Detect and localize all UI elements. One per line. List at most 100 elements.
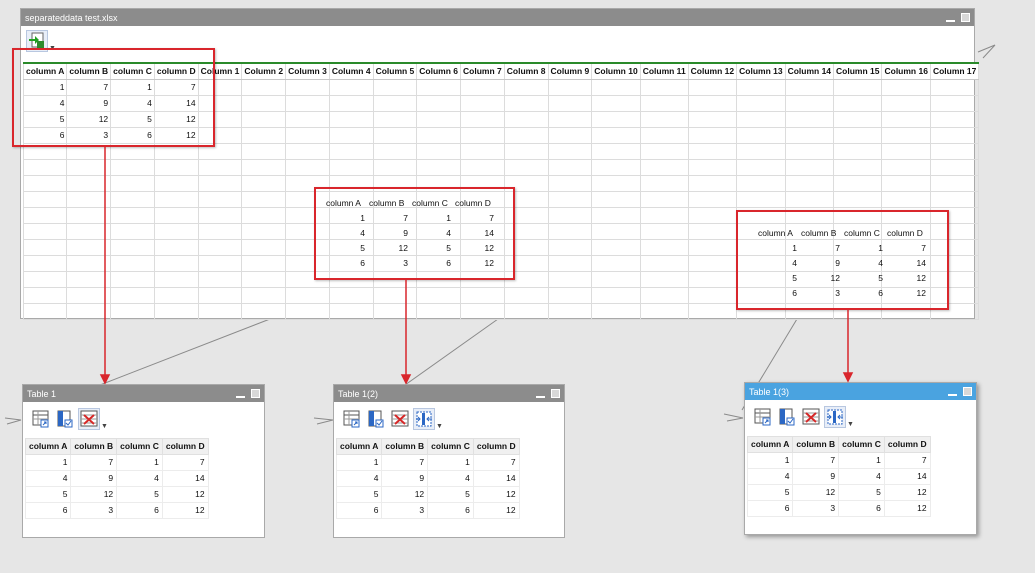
grid-cell-empty[interactable] [66, 159, 112, 176]
grid-cell-empty[interactable] [372, 95, 418, 112]
column-header[interactable]: column C [116, 438, 163, 455]
column-header[interactable]: column A [335, 438, 383, 455]
toolbar-dropdown-icon[interactable]: ▼ [101, 423, 108, 430]
grid-cell-empty[interactable] [687, 223, 738, 240]
grid-cell-empty[interactable] [328, 111, 374, 128]
grid-cell-empty[interactable] [687, 143, 738, 160]
column-header[interactable]: column D [472, 438, 520, 455]
grid-cell-empty[interactable] [416, 303, 462, 320]
grid-cell-empty[interactable] [460, 159, 505, 176]
split-columns-icon[interactable] [824, 406, 846, 428]
grid-cell-empty[interactable] [285, 111, 330, 128]
table-row[interactable]: 6 3 6 12 [746, 500, 931, 517]
grid-cell-empty[interactable] [591, 287, 641, 304]
grid-cell-empty[interactable] [372, 127, 418, 144]
grid-cell-empty[interactable] [66, 303, 112, 320]
grid-cell-empty[interactable] [241, 239, 287, 256]
grid-cell-empty[interactable] [687, 191, 738, 208]
table-row[interactable]: 1717 [24, 454, 209, 471]
grid-cell-empty[interactable] [197, 239, 243, 256]
table-cell[interactable]: 7 [883, 452, 931, 469]
column-header[interactable]: column C [838, 436, 885, 453]
grid-cell-empty[interactable] [110, 191, 155, 208]
table-cell[interactable]: 3 [70, 502, 118, 519]
grid-cell-empty[interactable] [639, 239, 689, 256]
grid-cell-empty[interactable] [241, 111, 287, 128]
grid-cell-empty[interactable] [929, 175, 980, 192]
grid-cell-empty[interactable] [328, 95, 374, 112]
grid-cell-empty[interactable] [110, 287, 155, 304]
grid-cell-empty[interactable] [736, 95, 786, 112]
table-cell[interactable]: 3 [792, 500, 840, 517]
grid-cell-empty[interactable] [736, 127, 786, 144]
grid-cell-empty[interactable] [503, 287, 549, 304]
grid-cell-empty[interactable] [547, 159, 593, 176]
grid-cell-empty[interactable] [639, 255, 689, 272]
grid-cell-empty[interactable] [241, 223, 287, 240]
grid-cell-empty[interactable] [110, 159, 155, 176]
column-header[interactable]: Column 11 [639, 62, 689, 80]
grid-cell-empty[interactable] [736, 175, 786, 192]
grid-cell-empty[interactable] [328, 143, 374, 160]
grid-cell-empty[interactable] [833, 159, 883, 176]
grid-cell-empty[interactable] [736, 143, 786, 160]
column-select-icon[interactable] [366, 409, 386, 429]
grid-cell-empty[interactable] [639, 111, 689, 128]
grid-cell-empty[interactable] [784, 143, 835, 160]
grid-cell-empty[interactable] [197, 207, 243, 224]
grid-cell-empty[interactable] [929, 111, 980, 128]
table-cell[interactable]: 4 [335, 470, 383, 487]
grid-cell-empty[interactable] [285, 79, 330, 96]
grid-cell-empty[interactable] [639, 287, 689, 304]
grid-cell-empty[interactable] [503, 95, 549, 112]
window-titlebar[interactable]: Table 1(3) [745, 383, 976, 400]
grid-cell-empty[interactable] [736, 159, 786, 176]
minimize-button[interactable] [536, 388, 545, 398]
grid-cell-empty[interactable] [833, 143, 883, 160]
table-cell[interactable]: 6 [746, 500, 794, 517]
grid-cell-empty[interactable] [285, 159, 330, 176]
grid-cell-empty[interactable] [503, 127, 549, 144]
grid-cell-empty[interactable] [22, 255, 68, 272]
delete-table-icon[interactable] [390, 409, 410, 429]
grid-cell-empty[interactable] [547, 111, 593, 128]
grid-cell-empty[interactable] [784, 95, 835, 112]
grid-cell-empty[interactable] [22, 223, 68, 240]
grid-cell-empty[interactable] [285, 127, 330, 144]
grid-cell-empty[interactable] [929, 191, 980, 208]
grid-cell-empty[interactable] [833, 79, 883, 96]
table-cell[interactable]: 6 [335, 502, 383, 519]
grid-cell-empty[interactable] [547, 95, 593, 112]
table-cell[interactable]: 6 [116, 502, 163, 519]
table-cell[interactable]: 14 [472, 470, 520, 487]
table-cell[interactable]: 5 [427, 486, 474, 503]
grid-cell-empty[interactable] [547, 79, 593, 96]
grid-cell-empty[interactable] [687, 255, 738, 272]
grid-cell-empty[interactable] [372, 79, 418, 96]
grid-cell-empty[interactable] [285, 143, 330, 160]
column-header[interactable]: column D [161, 438, 209, 455]
table-cell[interactable]: 12 [883, 484, 931, 501]
grid-cell-empty[interactable] [66, 287, 112, 304]
grid-cell-empty[interactable] [591, 143, 641, 160]
grid-cell-empty[interactable] [881, 159, 931, 176]
grid-cell-empty[interactable] [153, 159, 199, 176]
grid-cell-empty[interactable] [22, 191, 68, 208]
table-cell[interactable]: 9 [70, 470, 118, 487]
grid-cell-empty[interactable] [687, 239, 738, 256]
grid-cell-empty[interactable] [639, 175, 689, 192]
grid-cell-empty[interactable] [591, 207, 641, 224]
grid-cell-empty[interactable] [784, 175, 835, 192]
column-select-icon[interactable] [55, 409, 75, 429]
table-cell[interactable]: 4 [427, 470, 474, 487]
table-cell[interactable]: 1 [838, 452, 885, 469]
column-header[interactable]: column B [792, 436, 840, 453]
grid-cell-empty[interactable] [591, 95, 641, 112]
grid-cell-empty[interactable] [416, 143, 462, 160]
grid-cell-empty[interactable] [416, 127, 462, 144]
column-header[interactable]: Column 13 [736, 62, 786, 80]
grid-cell-empty[interactable] [784, 159, 835, 176]
grid-cell-empty[interactable] [110, 207, 155, 224]
grid-cell-empty[interactable] [241, 175, 287, 192]
grid-cell-empty[interactable] [66, 271, 112, 288]
